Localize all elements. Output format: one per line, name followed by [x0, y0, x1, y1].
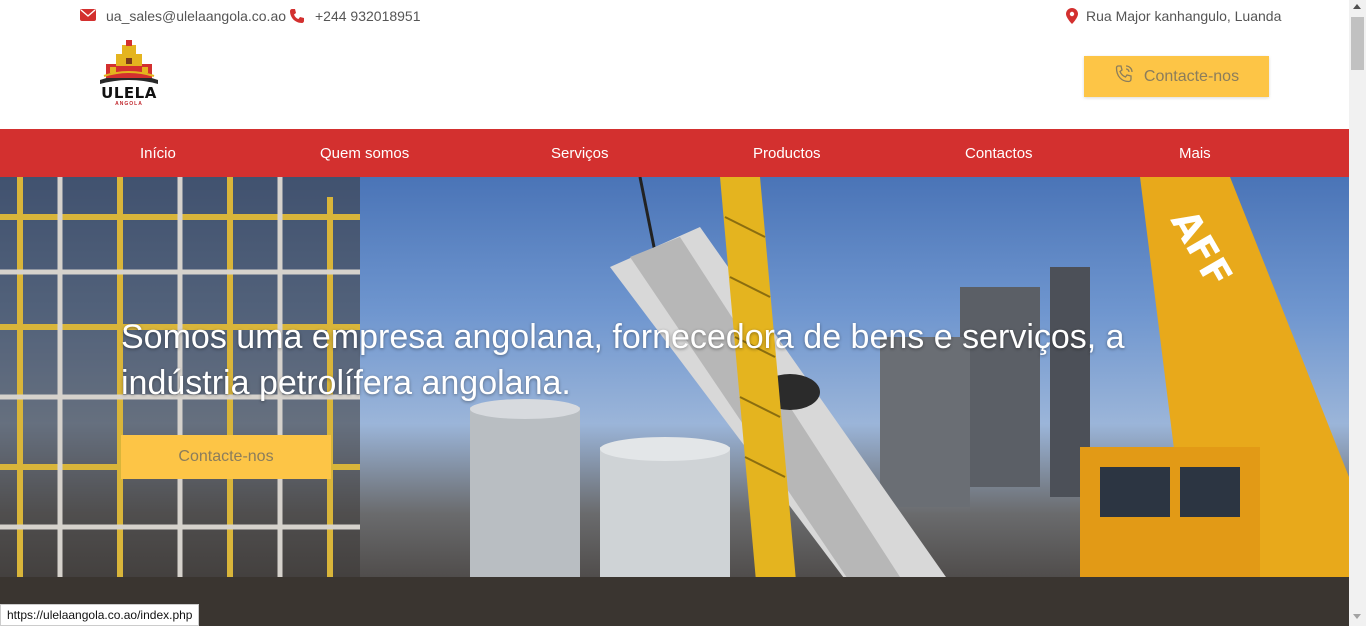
header-contact-button[interactable]: Contacte-nos	[1084, 56, 1269, 97]
map-marker-icon	[1066, 8, 1078, 24]
main-navigation: Início Quem somos Serviços Productos Con…	[0, 129, 1349, 177]
company-logo[interactable]: ULELA ANGOLA	[96, 40, 162, 110]
envelope-icon	[80, 8, 98, 24]
email-text[interactable]: ua_sales@ulelaangola.co.ao	[106, 8, 286, 24]
address-contact: Rua Major kanhangulo, Luanda	[1066, 8, 1281, 24]
phone-icon	[289, 8, 307, 24]
hero-heading: Somos uma empresa angolana, fornecedora …	[121, 318, 1125, 402]
nav-item-quem-somos[interactable]: Quem somos	[320, 145, 409, 162]
phone-text[interactable]: +244 932018951	[315, 8, 421, 24]
logo-text: ULELA	[101, 84, 157, 102]
vertical-scrollbar[interactable]	[1349, 0, 1366, 626]
logo-subtext: ANGOLA	[115, 101, 143, 107]
email-contact[interactable]: ua_sales@ulelaangola.co.ao	[80, 8, 286, 24]
phone-call-icon	[1114, 64, 1134, 89]
scroll-down-arrow-icon[interactable]	[1353, 614, 1361, 619]
hero-section: AFF Somos uma empresa angolana, forneced…	[0, 177, 1349, 626]
hero-contact-button[interactable]: Contacte-nos	[121, 435, 331, 479]
address-text: Rua Major kanhangulo, Luanda	[1086, 8, 1282, 24]
site-header: ULELA ANGOLA Contacte-nos	[0, 34, 1349, 129]
nav-item-productos[interactable]: Productos	[753, 145, 821, 162]
nav-item-mais[interactable]: Mais	[1179, 145, 1211, 162]
logo-emblem	[100, 40, 158, 84]
nav-item-inicio[interactable]: Início	[140, 145, 176, 162]
status-bar-url: https://ulelaangola.co.ao/index.php	[0, 604, 200, 626]
page: ua_sales@ulelaangola.co.ao +244 93201895…	[0, 0, 1349, 626]
nav-item-contactos[interactable]: Contactos	[965, 145, 1033, 162]
scroll-up-arrow-icon[interactable]	[1353, 4, 1361, 9]
scrollbar-thumb[interactable]	[1351, 17, 1364, 70]
top-info-bar: ua_sales@ulelaangola.co.ao +244 93201895…	[0, 0, 1349, 34]
nav-item-servicos[interactable]: Serviços	[551, 145, 609, 162]
phone-contact[interactable]: +244 932018951	[289, 8, 421, 24]
header-contact-label: Contacte-nos	[1143, 67, 1240, 85]
